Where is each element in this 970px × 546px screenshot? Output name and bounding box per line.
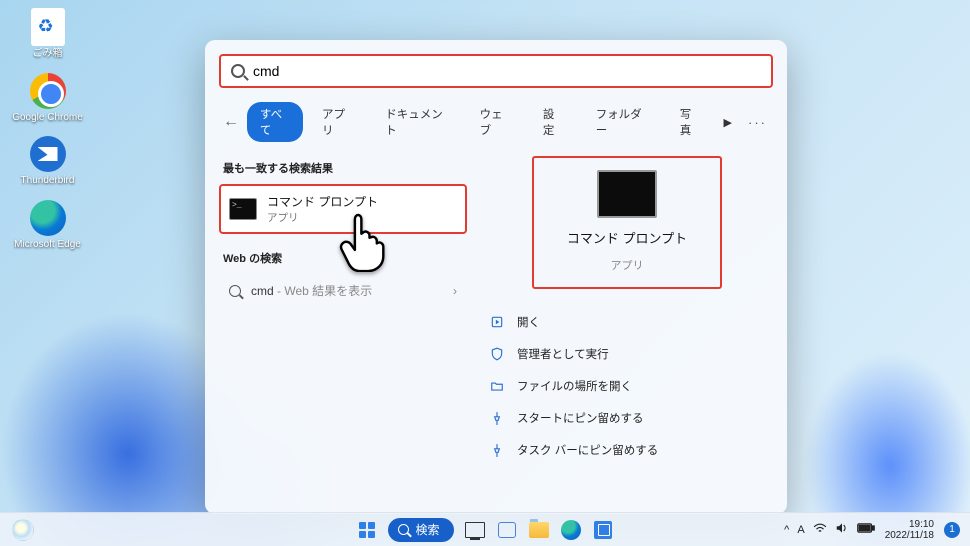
desktop-icon-label: Thunderbird: [10, 175, 85, 187]
result-preview: コマンド プロンプト アプリ: [532, 156, 722, 289]
weather-icon: [12, 519, 34, 541]
search-icon: [229, 285, 241, 297]
desktop-icon-label: Microsoft Edge: [10, 239, 85, 251]
search-icon: [231, 64, 245, 78]
results-column: 最も一致する検索結果 コマンド プロンプト アプリ Web の検索: [219, 156, 467, 463]
web-search-heading: Web の検索: [223, 250, 467, 266]
desktop-icon-recycle-bin[interactable]: ごみ箱: [10, 8, 85, 60]
action-label: スタートにピン留めする: [517, 410, 644, 426]
notification-badge[interactable]: 1: [944, 522, 960, 538]
taskbar: 検索 ^ A 19:10: [0, 512, 970, 546]
desktop-icon-label: Google Chrome: [10, 112, 85, 124]
search-filter-row: ← すべて アプリ ドキュメント ウェブ 設定 フォルダー 写真 ▶ ···: [221, 102, 773, 142]
taskbar-weather[interactable]: [12, 519, 34, 541]
shield-icon: [489, 346, 505, 362]
taskbar-store[interactable]: [592, 519, 614, 541]
windows-logo-icon: [356, 519, 378, 541]
tray-overflow-icon[interactable]: ^: [784, 524, 789, 536]
action-open-file-location[interactable]: ファイルの場所を開く: [481, 373, 773, 399]
pin-icon: [489, 442, 505, 458]
filter-more-arrow[interactable]: ▶: [720, 114, 736, 131]
edge-icon: [30, 200, 66, 236]
desktop-icon-label: ごみ箱: [10, 48, 85, 60]
taskbar-search[interactable]: 検索: [388, 518, 453, 542]
search-icon: [398, 524, 409, 535]
action-label: 開く: [517, 314, 540, 330]
web-query-suffix: - Web 結果を表示: [274, 284, 372, 298]
thunderbird-icon: [30, 136, 66, 172]
recycle-bin-icon: [31, 8, 65, 46]
best-match-heading: 最も一致する検索結果: [223, 160, 467, 176]
command-prompt-icon: [229, 198, 257, 220]
open-icon: [489, 314, 505, 330]
start-search-panel: ← すべて アプリ ドキュメント ウェブ 設定 フォルダー 写真 ▶ ··· 最…: [205, 40, 787, 514]
edge-icon: [561, 520, 581, 540]
more-options-button[interactable]: ···: [742, 113, 773, 132]
file-explorer-icon: [529, 522, 549, 538]
taskbar-search-label: 検索: [415, 521, 439, 538]
ime-indicator[interactable]: A: [797, 524, 804, 536]
taskbar-explorer[interactable]: [528, 519, 550, 541]
desktop-icon-thunderbird[interactable]: Thunderbird: [10, 135, 85, 187]
taskbar-clock[interactable]: 19:10 2022/11/18: [885, 519, 934, 541]
system-tray[interactable]: ^ A: [784, 522, 875, 537]
desktop: ごみ箱 Google Chrome Thunderbird Microsoft …: [0, 0, 970, 546]
filter-all[interactable]: すべて: [247, 102, 303, 142]
task-view-button[interactable]: [464, 519, 486, 541]
preview-subtitle: アプリ: [611, 257, 644, 273]
command-prompt-icon: [597, 170, 657, 218]
action-label: ファイルの場所を開く: [517, 378, 632, 394]
best-match-result[interactable]: コマンド プロンプト アプリ: [219, 184, 467, 234]
action-label: 管理者として実行: [517, 346, 609, 362]
action-run-as-admin[interactable]: 管理者として実行: [481, 341, 773, 367]
web-search-result[interactable]: cmd - Web 結果を表示 ›: [219, 274, 467, 307]
action-pin-to-taskbar[interactable]: タスク バーにピン留めする: [481, 437, 773, 463]
back-button[interactable]: ←: [221, 113, 241, 131]
pin-icon: [489, 410, 505, 426]
preview-actions: 開く 管理者として実行 ファイルの場所を開く: [481, 309, 773, 463]
search-box[interactable]: [219, 54, 773, 88]
filter-photos[interactable]: 写真: [667, 102, 714, 142]
filter-settings[interactable]: 設定: [530, 102, 577, 142]
chat-icon: [498, 522, 516, 538]
filter-folders[interactable]: フォルダー: [583, 102, 661, 142]
taskbar-chat[interactable]: [496, 519, 518, 541]
chevron-right-icon: ›: [453, 284, 457, 298]
action-pin-to-start[interactable]: スタートにピン留めする: [481, 405, 773, 431]
desktop-icon-edge[interactable]: Microsoft Edge: [10, 199, 85, 251]
volume-icon[interactable]: [835, 522, 849, 537]
preview-column: コマンド プロンプト アプリ 開く 管理者として実行: [481, 156, 773, 463]
task-view-icon: [465, 522, 485, 538]
best-match-subtitle: アプリ: [267, 210, 378, 225]
chrome-icon: [30, 73, 66, 109]
filter-documents[interactable]: ドキュメント: [372, 102, 460, 142]
desktop-icons: ごみ箱 Google Chrome Thunderbird Microsoft …: [10, 8, 85, 262]
filter-web[interactable]: ウェブ: [467, 102, 524, 142]
folder-icon: [489, 378, 505, 394]
clock-date: 2022/11/18: [885, 530, 934, 541]
best-match-title: コマンド プロンプト: [267, 193, 378, 210]
clock-time: 19:10: [885, 519, 934, 530]
taskbar-edge[interactable]: [560, 519, 582, 541]
web-query: cmd: [251, 284, 274, 298]
wallpaper-bloom: [790, 286, 970, 546]
start-button[interactable]: [356, 519, 378, 541]
network-icon[interactable]: [813, 522, 827, 537]
search-input[interactable]: [253, 63, 761, 79]
action-label: タスク バーにピン留めする: [517, 442, 658, 458]
store-icon: [594, 521, 612, 539]
desktop-icon-chrome[interactable]: Google Chrome: [10, 72, 85, 124]
action-open[interactable]: 開く: [481, 309, 773, 335]
battery-icon[interactable]: [857, 523, 875, 536]
filter-apps[interactable]: アプリ: [309, 102, 366, 142]
preview-title: コマンド プロンプト: [567, 228, 687, 247]
